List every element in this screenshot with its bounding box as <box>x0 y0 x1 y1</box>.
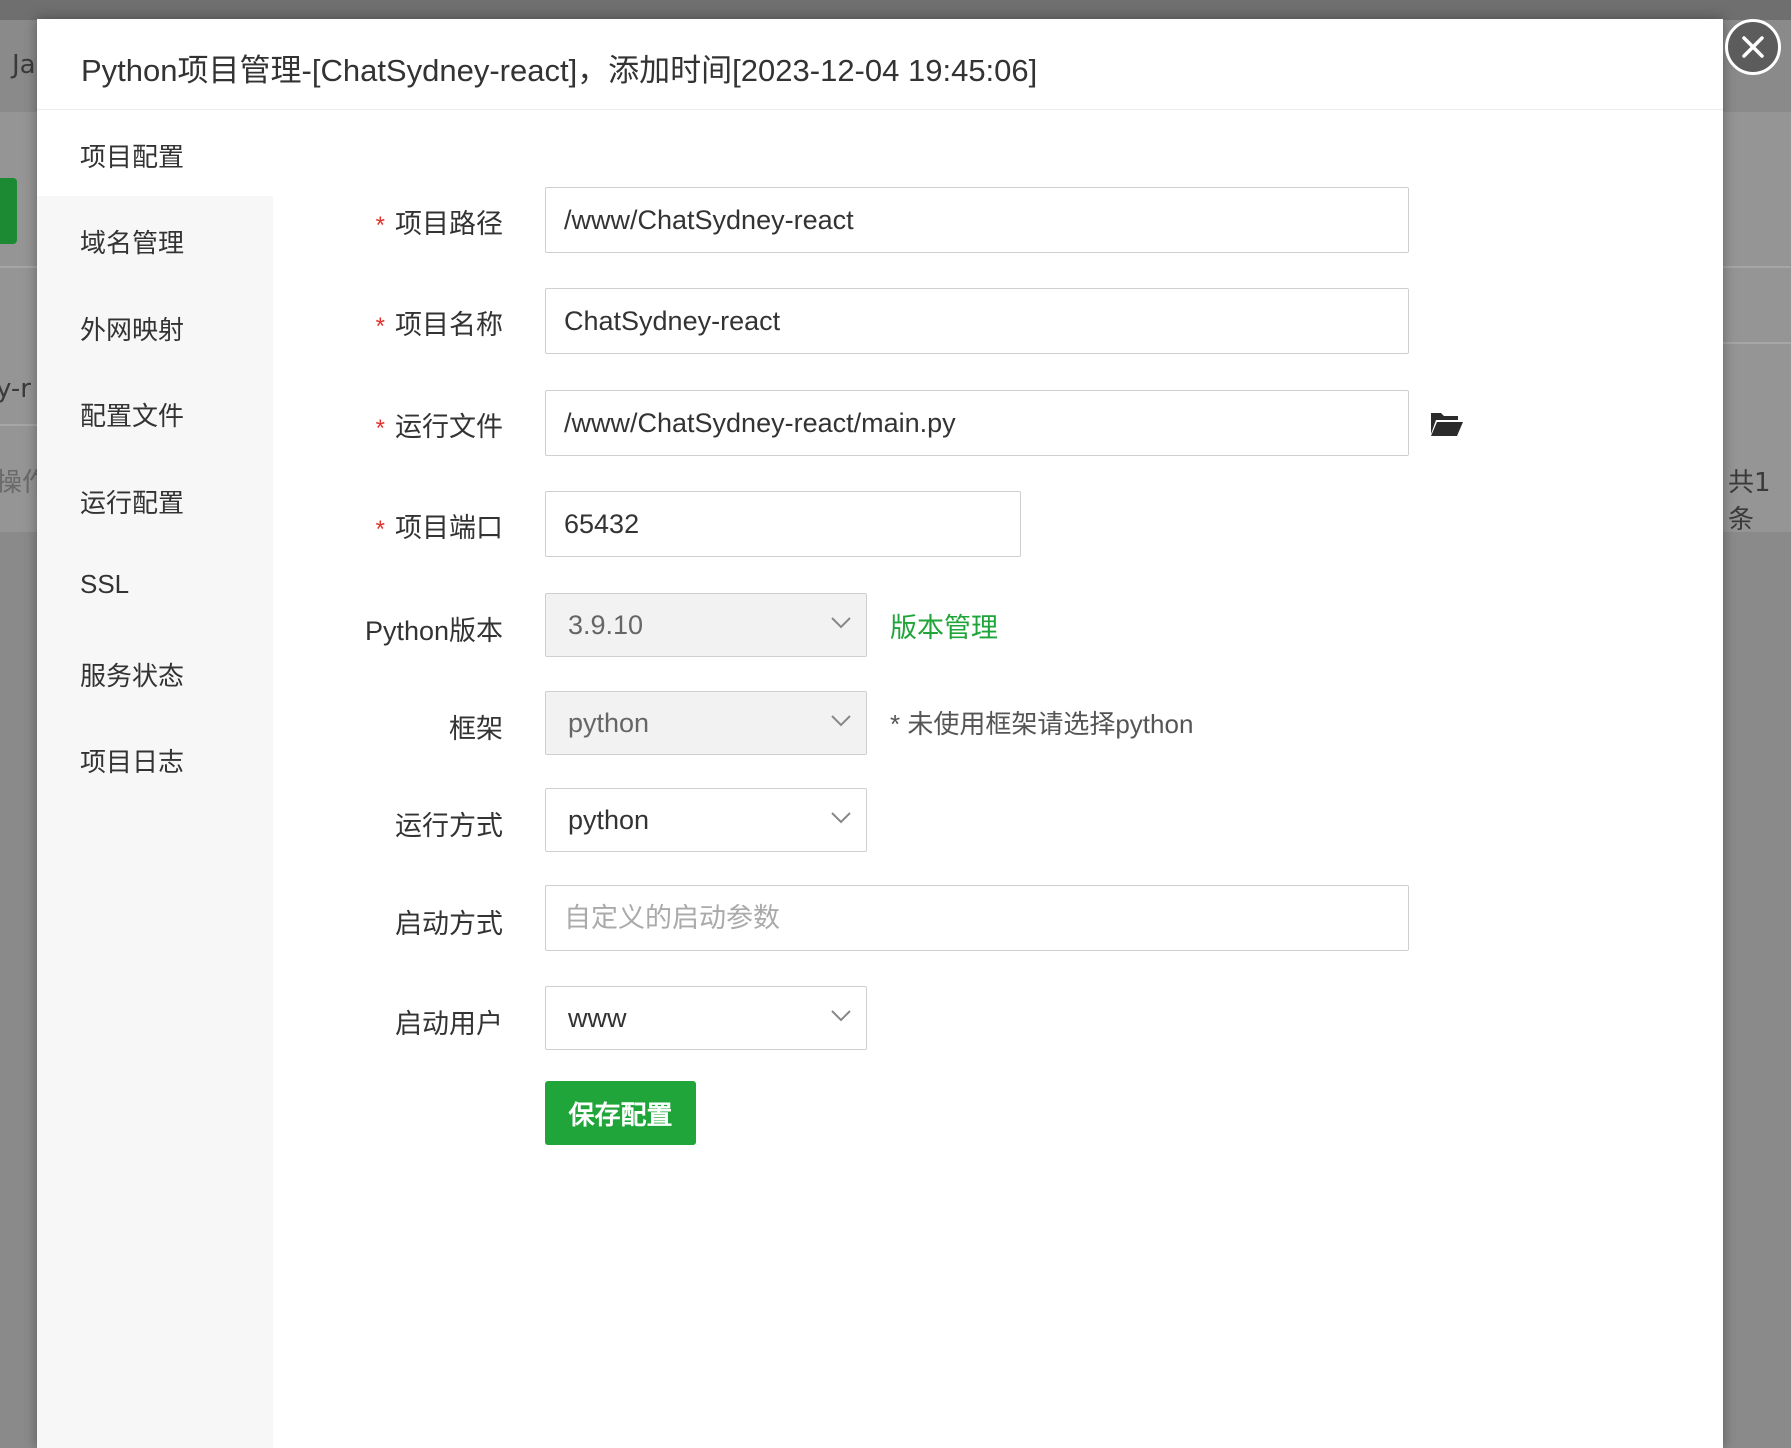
sidebar-item-config-file[interactable]: 配置文件 <box>80 396 184 433</box>
background-pagination-count: 共1条 <box>1728 468 1771 535</box>
framework-select[interactable]: python <box>545 691 867 755</box>
folder-open-icon[interactable] <box>1430 409 1464 437</box>
chevron-down-icon <box>831 1010 851 1022</box>
python-version-value: 3.9.10 <box>568 610 644 640</box>
run-file-label: * 运行文件 <box>375 412 503 442</box>
chevron-down-icon <box>831 617 851 629</box>
project-path-label: * 项目路径 <box>375 209 503 239</box>
project-port-input[interactable]: 65432 <box>545 491 1021 557</box>
background-divider <box>1716 266 1791 268</box>
close-button[interactable] <box>1725 19 1781 75</box>
project-name-label: * 项目名称 <box>375 310 503 340</box>
background-divider <box>0 424 40 426</box>
background-divider <box>0 266 40 268</box>
project-dialog: Python项目管理-[ChatSydney-react]，添加时间[2023-… <box>37 19 1781 1448</box>
background-text-fragment: Ja <box>12 50 36 80</box>
start-user-select[interactable]: www <box>545 986 867 1050</box>
dialog-title: Python项目管理-[ChatSydney-react]，添加时间[2023-… <box>81 53 1038 88</box>
run-mode-label: 运行方式 <box>395 811 503 841</box>
sidebar-item-project-config[interactable]: 项目配置 <box>80 137 184 174</box>
start-mode-input[interactable]: 自定义的启动参数 <box>545 885 1409 951</box>
dialog-header: Python项目管理-[ChatSydney-react]，添加时间[2023-… <box>37 19 1723 110</box>
version-management-link[interactable]: 版本管理 <box>890 606 998 645</box>
chevron-down-icon <box>831 812 851 824</box>
project-name-input[interactable]: ChatSydney-react <box>545 288 1409 354</box>
run-mode-select[interactable]: python <box>545 788 867 852</box>
project-path-input[interactable]: /www/ChatSydney-react <box>545 187 1409 253</box>
sidebar-item-run-config[interactable]: 运行配置 <box>80 483 184 520</box>
background-top-bar <box>0 0 1791 20</box>
background-divider <box>1716 342 1791 344</box>
python-version-label: Python版本 <box>364 616 503 646</box>
framework-hint: * 未使用框架请选择python <box>890 709 1194 739</box>
project-port-label: * 项目端口 <box>375 513 503 543</box>
framework-label: 框架 <box>449 714 503 744</box>
python-version-select[interactable]: 3.9.10 <box>545 593 867 657</box>
run-mode-value: python <box>568 805 650 835</box>
start-user-value: www <box>568 1003 627 1033</box>
chevron-down-icon <box>831 715 851 727</box>
background-green-button <box>0 178 17 244</box>
sidebar-item-service-status[interactable]: 服务状态 <box>80 656 184 693</box>
framework-value: python <box>568 708 650 738</box>
sidebar-item-ssl[interactable]: SSL <box>80 569 129 600</box>
start-user-label: 启动用户 <box>395 1009 503 1039</box>
sidebar-item-domain-management[interactable]: 域名管理 <box>80 223 184 260</box>
close-icon <box>1742 36 1764 58</box>
sidebar-item-external-mapping[interactable]: 外网映射 <box>80 310 184 347</box>
background-text-fragment: y-r <box>0 374 32 404</box>
save-config-button[interactable]: 保存配置 <box>545 1081 696 1145</box>
run-file-input[interactable]: /www/ChatSydney-react/main.py <box>545 390 1409 456</box>
start-mode-label: 启动方式 <box>395 909 503 939</box>
sidebar-item-project-log[interactable]: 项目日志 <box>80 742 184 779</box>
